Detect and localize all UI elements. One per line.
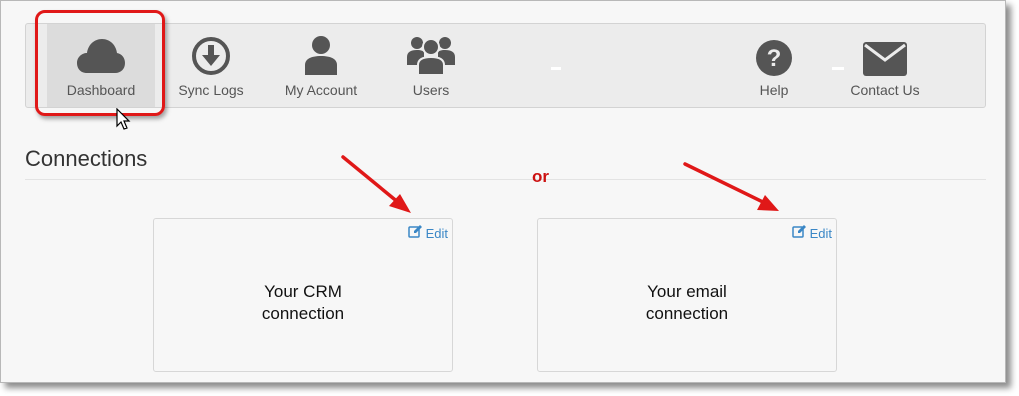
nav-sync-logs[interactable]: Sync Logs <box>171 24 251 107</box>
nav-sync-logs-label: Sync Logs <box>178 82 244 98</box>
nav-users[interactable]: Users <box>391 24 471 107</box>
crm-edit-link[interactable]: Edit <box>407 225 448 241</box>
page-title: Connections <box>25 146 148 171</box>
or-annotation: or <box>532 167 549 186</box>
app-window: Dashboard Sync Logs My Account Users ? H… <box>0 0 1006 383</box>
email-edit-label: Edit <box>809 225 832 241</box>
user-icon <box>303 35 339 75</box>
edit-icon <box>407 225 422 241</box>
crm-edit-arrow-annotation <box>341 155 411 213</box>
nav-divider-mark <box>832 67 844 70</box>
crm-card-text: Your CRM connection <box>154 281 452 325</box>
nav-users-label: Users <box>412 82 450 98</box>
top-navbar: Dashboard Sync Logs My Account Users ? H… <box>25 23 986 108</box>
email-card-text-line2: connection <box>645 304 729 323</box>
crm-card-text-line2: connection <box>261 304 345 323</box>
nav-my-account-label: My Account <box>284 82 358 98</box>
envelope-icon <box>863 36 907 76</box>
email-card-text-line1: Your email <box>647 282 727 301</box>
crm-connection-card: Edit Your CRM connection <box>153 218 453 372</box>
section-divider <box>25 179 986 180</box>
email-card-text: Your email connection <box>538 281 836 325</box>
question-circle-icon: ? <box>756 36 792 76</box>
mouse-cursor-icon <box>116 108 131 130</box>
download-circle-icon <box>192 35 230 75</box>
email-edit-arrow-annotation <box>683 162 779 211</box>
nav-my-account[interactable]: My Account <box>276 24 366 107</box>
nav-contact-us[interactable]: Contact Us <box>840 24 930 107</box>
nav-divider-mark <box>551 67 561 70</box>
dashboard-highlight-annotation <box>35 10 165 116</box>
crm-edit-label: Edit <box>425 225 448 241</box>
email-edit-link[interactable]: Edit <box>791 225 832 241</box>
edit-icon <box>791 225 806 241</box>
crm-card-text-line1: Your CRM <box>264 282 342 301</box>
users-icon <box>407 35 455 75</box>
nav-help-label: Help <box>759 82 789 98</box>
nav-contact-us-label: Contact Us <box>850 82 920 98</box>
nav-help[interactable]: ? Help <box>744 24 804 107</box>
svg-text:?: ? <box>767 45 782 72</box>
email-connection-card: Edit Your email connection <box>537 218 837 372</box>
